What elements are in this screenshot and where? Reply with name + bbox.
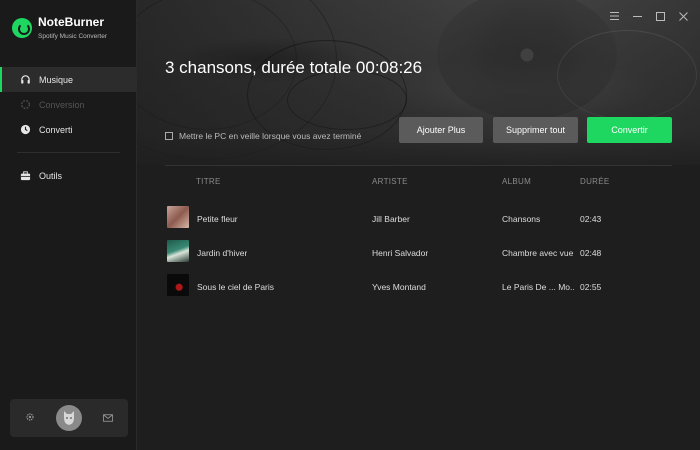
noteburner-logo-icon <box>12 18 32 38</box>
delete-all-button[interactable]: Supprimer tout <box>493 117 578 143</box>
sidebar-item-label: Musique <box>39 74 74 85</box>
sleep-option[interactable]: Mettre le PC en veille lorsque vous avez… <box>165 131 361 141</box>
sidebar-nav: Musique Conversion Converti Outils <box>0 67 137 188</box>
sidebar-item-conversion: Conversion <box>0 92 137 117</box>
sleep-checkbox[interactable] <box>165 132 173 140</box>
bottom-panel <box>10 399 128 437</box>
column-header-album[interactable]: ALBUM <box>502 177 531 186</box>
convert-button[interactable]: Convertir <box>587 117 672 143</box>
song-title: Jardin d'hiver <box>197 248 248 258</box>
sleep-label: Mettre le PC en veille lorsque vous avez… <box>179 131 362 141</box>
spinner-icon <box>19 99 31 111</box>
minimize-icon[interactable] <box>632 11 642 21</box>
song-title: Petite fleur <box>197 214 238 224</box>
app-window: NoteBurner Spotify Music Converter Musiq… <box>0 0 700 450</box>
page-title: 3 chansons, durée totale 00:08:26 <box>165 58 423 77</box>
column-header-artist[interactable]: ARTISTE <box>372 177 408 186</box>
song-artist: Yves Montand <box>372 282 426 292</box>
brand-name: NoteBurner <box>38 15 105 29</box>
close-icon[interactable] <box>678 11 688 21</box>
sidebar-item-outils[interactable]: Outils <box>0 163 137 188</box>
menu-icon[interactable] <box>609 11 619 21</box>
column-header-duration[interactable]: DURÉE <box>580 177 610 186</box>
avatar[interactable] <box>56 405 82 431</box>
song-artist: Jill Barber <box>372 214 410 224</box>
sidebar-item-label: Converti <box>39 124 73 135</box>
album-art-thumbnail <box>167 240 189 262</box>
sidebar-item-converti[interactable]: Converti <box>0 117 137 142</box>
add-more-button[interactable]: Ajouter Plus <box>399 117 483 143</box>
song-album: Chansons <box>502 214 541 224</box>
toolbox-icon <box>19 170 31 182</box>
song-artist: Henri Salvador <box>372 248 429 258</box>
settings-icon[interactable] <box>25 409 35 427</box>
main-panel: 3 chansons, durée totale 00:08:26 Mettre… <box>137 0 700 450</box>
window-controls <box>609 11 688 21</box>
column-header-title[interactable]: TITRE <box>196 177 221 186</box>
song-title: Sous le ciel de Paris <box>197 282 275 292</box>
album-art-thumbnail <box>167 206 189 228</box>
header-divider <box>165 165 672 166</box>
song-duration: 02:48 <box>580 248 602 258</box>
sidebar: NoteBurner Spotify Music Converter Musiq… <box>0 0 137 450</box>
song-album: Le Paris De ... Mo... <box>502 282 574 292</box>
sidebar-item-musique[interactable]: Musique <box>0 67 137 92</box>
table-row[interactable]: Sous le ciel de Paris Yves Montand Le Pa… <box>137 274 700 300</box>
table-header: TITRE ARTISTE ALBUM DURÉE <box>137 177 700 189</box>
song-duration: 02:55 <box>580 282 602 292</box>
table-row[interactable]: Petite fleur Jill Barber Chansons 02:43 <box>137 206 700 232</box>
maximize-icon[interactable] <box>655 11 665 21</box>
song-album: Chambre avec vue <box>502 248 574 258</box>
sidebar-item-label: Outils <box>39 170 63 181</box>
album-art-thumbnail <box>167 274 189 296</box>
headphones-icon <box>19 74 31 86</box>
sidebar-item-label: Conversion <box>39 99 85 110</box>
sidebar-divider <box>17 152 120 153</box>
song-duration: 02:43 <box>580 214 602 224</box>
brand: NoteBurner Spotify Music Converter <box>12 15 107 40</box>
clock-icon <box>19 124 31 136</box>
mail-icon[interactable] <box>103 409 113 427</box>
table-row[interactable]: Jardin d'hiver Henri Salvador Chambre av… <box>137 240 700 266</box>
brand-subtitle: Spotify Music Converter <box>38 33 107 40</box>
